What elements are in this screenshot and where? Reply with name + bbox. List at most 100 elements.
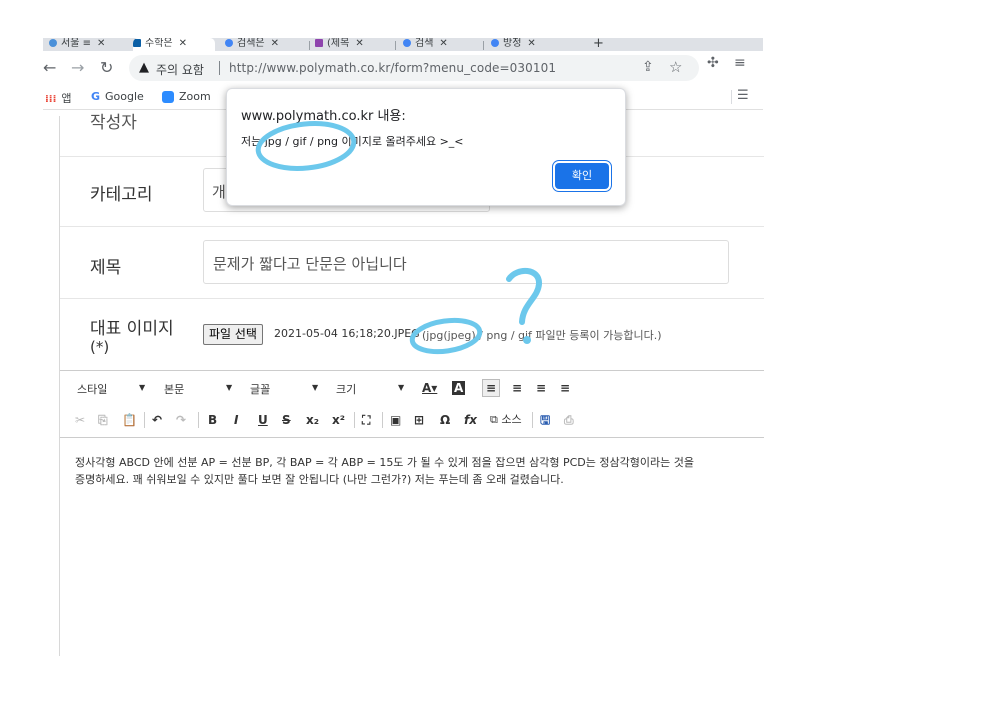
google-favicon-icon: [225, 39, 233, 47]
google-favicon-icon: [491, 39, 499, 47]
style-combo[interactable]: 스타일 ▼: [77, 381, 147, 397]
google-favicon-icon: [403, 39, 411, 47]
close-icon[interactable]: ✕: [439, 38, 447, 49]
back-icon[interactable]: ←: [43, 59, 56, 77]
title-input[interactable]: 문제가 짧다고 단문은 아닙니다: [203, 240, 729, 284]
paste-icon[interactable]: 📋: [122, 413, 137, 427]
tab-1[interactable]: 서울 ≡ ✕: [49, 38, 127, 51]
warning-icon[interactable]: ▲: [139, 60, 149, 75]
tab-4[interactable]: (제목 ✕: [315, 38, 391, 51]
new-tab-icon[interactable]: +: [593, 38, 604, 51]
align-right-icon[interactable]: ≡: [536, 381, 546, 395]
superscript-icon[interactable]: x²: [332, 413, 345, 427]
address-bar[interactable]: ▲ 주의 요함 http://www.polymath.co.kr/form?m…: [129, 55, 699, 81]
file-name: 2021-05-04 16;18;20.JPEG: [274, 327, 420, 340]
text-color-icon[interactable]: A▾: [422, 381, 437, 395]
close-icon[interactable]: ✕: [97, 38, 105, 49]
alert-dialog: www.polymath.co.kr 내용: 저는 jpg / gif / pn…: [226, 88, 626, 206]
reading-list-icon[interactable]: ☰: [737, 88, 749, 103]
bg-color-icon[interactable]: A: [452, 381, 466, 395]
bookmark-apps[interactable]: ⁞⁞⁞ 앱: [45, 90, 72, 106]
category-label: 카테고리: [90, 185, 153, 205]
tab-2-active[interactable]: 수학은 ✕: [133, 38, 215, 51]
toolbar-divider: [382, 412, 383, 428]
security-label[interactable]: 주의 요함: [156, 61, 204, 78]
strikethrough-icon[interactable]: S: [282, 413, 291, 427]
dropdown-arrow-icon: ▼: [398, 383, 405, 392]
formula-icon[interactable]: fx: [464, 413, 477, 427]
dropdown-arrow-icon: ▼: [139, 383, 146, 392]
tab-label: 검색: [415, 38, 434, 49]
bookmark-label: Google: [105, 90, 144, 103]
size-combo[interactable]: 크기 ▼: [336, 381, 406, 397]
underline-icon[interactable]: U: [258, 413, 268, 427]
file-select-button[interactable]: 파일 선택: [203, 324, 263, 345]
bookmarks-divider: [731, 90, 732, 104]
tab-divider: [309, 41, 310, 50]
ok-button[interactable]: 확인: [555, 163, 609, 189]
toolbar-divider: [354, 412, 355, 428]
tab-5[interactable]: 검색 ✕: [403, 38, 479, 51]
tab-divider: [483, 41, 484, 50]
close-icon[interactable]: ✕: [271, 38, 279, 49]
format-combo[interactable]: 본문 ▼: [164, 381, 234, 397]
tab-divider: [395, 41, 396, 50]
table-icon[interactable]: ⊞: [414, 413, 424, 427]
forward-icon[interactable]: →: [71, 59, 84, 77]
extensions-icon[interactable]: ✣: [707, 55, 719, 71]
tab-favicon-icon: [133, 39, 141, 47]
align-justify-icon[interactable]: ≡: [560, 381, 570, 395]
bookmark-google[interactable]: G Google: [91, 90, 144, 103]
image-icon[interactable]: ▣: [390, 413, 401, 427]
tab-6[interactable]: 방정 ✕: [491, 38, 575, 51]
dialog-title: www.polymath.co.kr 내용:: [241, 109, 406, 124]
cut-icon[interactable]: ✂: [75, 413, 85, 427]
editor-content[interactable]: 정사각형 ABCD 안에 선분 AP = 선분 BP, 각 BAP = 각 AB…: [75, 454, 765, 488]
align-center-icon[interactable]: ≡: [512, 381, 522, 395]
align-left-icon[interactable]: ≡: [482, 379, 501, 397]
browser-toolbar: ← → ↻ ▲ 주의 요함 http://www.polymath.co.kr/…: [43, 51, 763, 85]
editor-line: 정사각형 ABCD 안에 선분 AP = 선분 BP, 각 BAP = 각 AB…: [75, 456, 694, 469]
font-combo[interactable]: 글꼴 ▼: [250, 381, 320, 397]
bookmark-zoom[interactable]: Zoom: [162, 90, 211, 103]
image-label: 대표 이미지: [90, 319, 174, 339]
subscript-icon[interactable]: x₂: [306, 413, 319, 427]
maximize-icon[interactable]: ⛶: [362, 413, 370, 427]
writer-label: 작성자: [90, 113, 137, 133]
toolbar-divider: [198, 412, 199, 428]
italic-icon[interactable]: I: [234, 413, 238, 427]
copy-icon[interactable]: ⎘: [98, 413, 108, 427]
close-icon[interactable]: ✕: [179, 38, 187, 49]
tab-favicon-icon: [49, 39, 57, 47]
save-icon[interactable]: 🖫: [540, 413, 550, 427]
toolbar-divider: [532, 412, 533, 428]
bookmark-label: Zoom: [179, 90, 211, 103]
undo-icon[interactable]: ↶: [152, 413, 162, 427]
title-label: 제목: [90, 258, 122, 278]
tab-3[interactable]: 검색은 ✕: [225, 38, 305, 51]
preview-icon[interactable]: ⎙: [564, 413, 574, 427]
reload-icon[interactable]: ↻: [100, 59, 113, 77]
apps-grid-icon: ⁞⁞⁞: [45, 94, 57, 105]
bookmark-label: 앱: [61, 92, 72, 105]
media-control-icon[interactable]: ≡: [734, 55, 746, 71]
url-text[interactable]: http://www.polymath.co.kr/form?menu_code…: [229, 61, 556, 75]
title-value: 문제가 짧다고 단문은 아닙니다: [213, 255, 407, 273]
tab-label: 서울 ≡: [61, 38, 91, 49]
google-icon: G: [91, 90, 101, 103]
source-button[interactable]: ⧉ 소스: [490, 413, 522, 427]
bookmark-star-icon[interactable]: ☆: [669, 58, 682, 76]
bold-icon[interactable]: B: [208, 413, 217, 427]
redo-icon[interactable]: ↷: [176, 413, 186, 427]
combo-label: 본문: [164, 383, 185, 396]
close-icon[interactable]: ✕: [355, 38, 363, 49]
tab-strip: 서울 ≡ ✕ 수학은 ✕ 검색은 ✕ (제목 ✕ 검색 ✕ 방정 ✕ +: [43, 38, 763, 51]
tab-favicon-icon: [315, 39, 323, 47]
tab-label: 검색은: [237, 38, 265, 49]
combo-label: 스타일: [77, 383, 108, 396]
share-icon[interactable]: ⇪: [642, 59, 654, 75]
close-icon[interactable]: ✕: [527, 38, 535, 49]
zoom-icon: [162, 91, 174, 103]
special-char-icon[interactable]: Ω: [440, 413, 450, 427]
source-icon: ⧉: [490, 413, 502, 426]
